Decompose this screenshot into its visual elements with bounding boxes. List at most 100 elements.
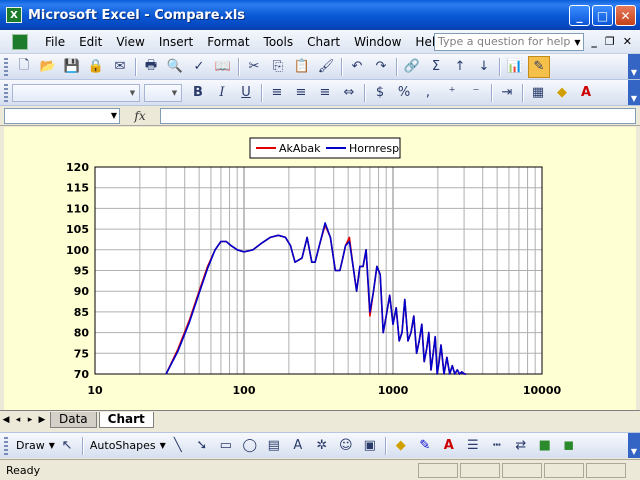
permission-icon[interactable]: 🔒 [85, 56, 107, 78]
arrow-style-icon[interactable]: ⇄ [510, 435, 532, 457]
picture-icon[interactable]: ▣ [359, 435, 381, 457]
clipart-icon[interactable]: ☺ [335, 435, 357, 457]
decrease-decimal-icon[interactable]: ⁻ [465, 82, 487, 104]
save-icon[interactable]: 💾 [61, 56, 83, 78]
last-sheet-icon[interactable]: ▶ [36, 415, 48, 425]
align-right-icon[interactable]: ≡ [314, 82, 336, 104]
doc-minimize-button[interactable]: _ [591, 35, 597, 48]
workbook-icon[interactable] [12, 33, 28, 50]
separator [261, 83, 262, 102]
oval-icon[interactable]: ◯ [239, 435, 261, 457]
draw-menu-button[interactable]: Draw [16, 439, 45, 452]
font-color-icon[interactable]: A [575, 82, 597, 104]
wordart-icon[interactable]: A [287, 435, 309, 457]
new-icon[interactable]: 🗋 [13, 56, 35, 78]
research-icon[interactable]: 📖 [212, 56, 234, 78]
drawing-icon[interactable]: ✎ [528, 55, 550, 78]
align-left-icon[interactable]: ≡ [266, 82, 288, 104]
sort-descending-icon[interactable]: ↓ [473, 56, 495, 78]
line-icon[interactable]: ╲ [167, 435, 189, 457]
diagram-icon[interactable]: ✲ [311, 435, 333, 457]
spelling-icon[interactable]: ✓ [188, 56, 210, 78]
excel-app-icon[interactable]: X [6, 7, 22, 23]
name-box[interactable]: ▼ [4, 107, 120, 124]
toolbar-options-icon[interactable]: ▼ [628, 54, 640, 79]
chevron-down-icon[interactable]: ▼ [111, 109, 117, 123]
menu-tools[interactable]: Tools [257, 31, 301, 53]
next-sheet-icon[interactable]: ▸ [24, 415, 36, 425]
currency-icon[interactable]: $ [369, 82, 391, 104]
formula-input[interactable] [160, 107, 636, 124]
fill-color-icon[interactable]: ◆ [390, 435, 412, 457]
first-sheet-icon[interactable]: ◀ [0, 415, 12, 425]
open-icon[interactable]: 📂 [37, 56, 59, 78]
copy-icon[interactable]: ⎘ [267, 56, 289, 78]
minimize-button[interactable]: _ [569, 5, 590, 26]
toolbar-grip[interactable] [4, 57, 8, 76]
paste-icon[interactable]: 📋 [291, 56, 313, 78]
borders-icon[interactable]: ▦ [527, 82, 549, 104]
menu-file[interactable]: File [38, 31, 72, 53]
separator [522, 83, 523, 102]
doc-restore-button[interactable]: ❐ [605, 35, 615, 48]
redo-icon[interactable]: ↷ [370, 56, 392, 78]
italic-icon[interactable]: I [211, 82, 233, 104]
rectangle-icon[interactable]: ▭ [215, 435, 237, 457]
arrow-icon[interactable]: ➘ [191, 435, 213, 457]
dash-style-icon[interactable]: ┅ [486, 435, 508, 457]
undo-icon[interactable]: ↶ [346, 56, 368, 78]
increase-decimal-icon[interactable]: ⁺ [441, 82, 463, 104]
toolbar-options-icon[interactable]: ▼ [628, 433, 640, 458]
status-panel [586, 463, 626, 478]
tab-chart[interactable]: Chart [98, 411, 154, 428]
font-name-select[interactable]: ▼ [12, 83, 140, 102]
chevron-down-icon[interactable]: ▼ [571, 33, 584, 51]
print-icon[interactable]: 🖶 [140, 56, 162, 78]
toolbar-grip[interactable] [4, 83, 8, 102]
textbox-icon[interactable]: ▤ [263, 435, 285, 457]
print-preview-icon[interactable]: 🔍 [164, 56, 186, 78]
prev-sheet-icon[interactable]: ◂ [12, 415, 24, 425]
font-color-icon[interactable]: A [438, 435, 460, 457]
chart-sheet[interactable]: 70 75 80 85 90 95 100 105 110 115 120 10 100 1000 100… [4, 127, 636, 410]
tab-data[interactable]: Data [50, 411, 97, 428]
toolbar-grip[interactable] [4, 436, 8, 455]
chart-wizard-icon[interactable]: 📊 [504, 56, 526, 78]
sort-ascending-icon[interactable]: ↑ [449, 56, 471, 78]
toolbar-options-icon[interactable]: ▼ [628, 80, 640, 105]
indent-icon[interactable]: ⇥ [496, 82, 518, 104]
hyperlink-icon[interactable]: 🔗 [401, 56, 423, 78]
line-color-icon[interactable]: ✎ [414, 435, 436, 457]
comma-style-icon[interactable]: , [417, 82, 439, 104]
align-center-icon[interactable]: ≡ [290, 82, 312, 104]
menu-view[interactable]: View [109, 31, 151, 53]
menu-window[interactable]: Window [347, 31, 408, 53]
menu-format[interactable]: Format [200, 31, 256, 53]
help-search-input[interactable]: Type a question for help [434, 33, 584, 51]
format-painter-icon[interactable]: 🖌 [315, 56, 337, 78]
maximize-button[interactable]: □ [592, 5, 613, 26]
bold-icon[interactable]: B [187, 82, 209, 104]
shadow-style-icon[interactable]: ■ [534, 435, 556, 457]
font-size-select[interactable]: ▼ [144, 83, 182, 102]
menu-chart[interactable]: Chart [300, 31, 347, 53]
line-style-icon[interactable]: ☰ [462, 435, 484, 457]
underline-icon[interactable]: U [235, 82, 257, 104]
percent-icon[interactable]: % [393, 82, 415, 104]
insert-function-icon[interactable]: fx [120, 109, 160, 123]
merge-center-icon[interactable]: ⇔ [338, 82, 360, 104]
fill-color-icon[interactable]: ◆ [551, 82, 573, 104]
autosum-icon[interactable]: Σ [425, 56, 447, 78]
menu-edit[interactable]: Edit [72, 31, 109, 53]
close-button[interactable]: ✕ [615, 5, 636, 26]
frequency-response-chart[interactable]: 70 75 80 85 90 95 100 105 110 115 120 10 100 1000 100… [4, 127, 636, 410]
legend[interactable]: AkAbak Hornresp [249, 137, 401, 159]
autoshapes-button[interactable]: AutoShapes [90, 439, 156, 452]
email-icon[interactable]: ✉ [109, 56, 131, 78]
menu-insert[interactable]: Insert [152, 31, 200, 53]
cut-icon[interactable]: ✂ [243, 56, 265, 78]
3d-style-icon[interactable]: ◼ [558, 435, 580, 457]
doc-close-button[interactable]: ✕ [623, 35, 632, 48]
separator [499, 57, 500, 76]
select-objects-icon[interactable]: ↖ [56, 435, 78, 457]
